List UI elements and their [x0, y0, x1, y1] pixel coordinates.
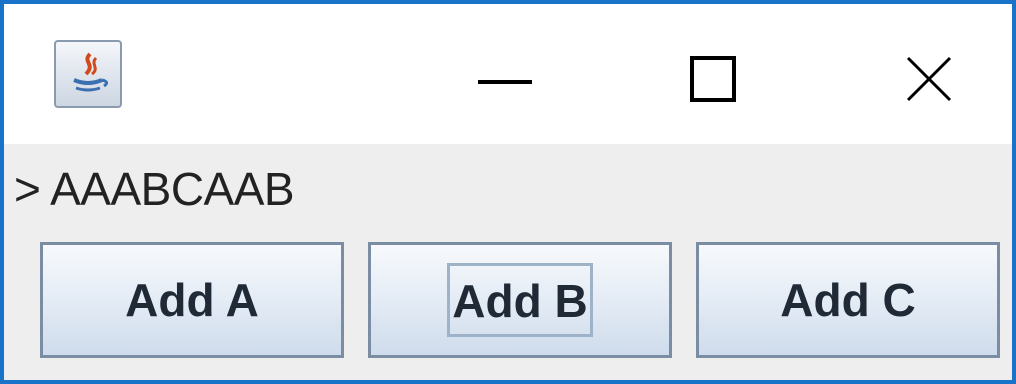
maximize-icon — [690, 56, 736, 102]
maximize-button[interactable] — [674, 40, 754, 120]
title-bar[interactable] — [4, 4, 1012, 144]
output-label: > AAABCAAB — [14, 163, 295, 215]
java-app-icon[interactable] — [54, 40, 122, 108]
add-b-label: Add B — [447, 263, 593, 337]
minimize-button[interactable] — [466, 40, 546, 120]
add-a-label: Add A — [125, 274, 259, 326]
add-b-button[interactable]: Add B — [368, 242, 672, 358]
close-icon — [906, 56, 952, 102]
add-c-button[interactable]: Add C — [696, 242, 1000, 358]
minimize-icon — [478, 80, 532, 84]
add-c-label: Add C — [780, 274, 916, 326]
add-a-button[interactable]: Add A — [40, 242, 344, 358]
content-panel: > AAABCAAB Add A Add B Add C — [4, 144, 1012, 380]
close-button[interactable] — [892, 40, 972, 120]
app-window: > AAABCAAB Add A Add B Add C — [0, 0, 1016, 384]
